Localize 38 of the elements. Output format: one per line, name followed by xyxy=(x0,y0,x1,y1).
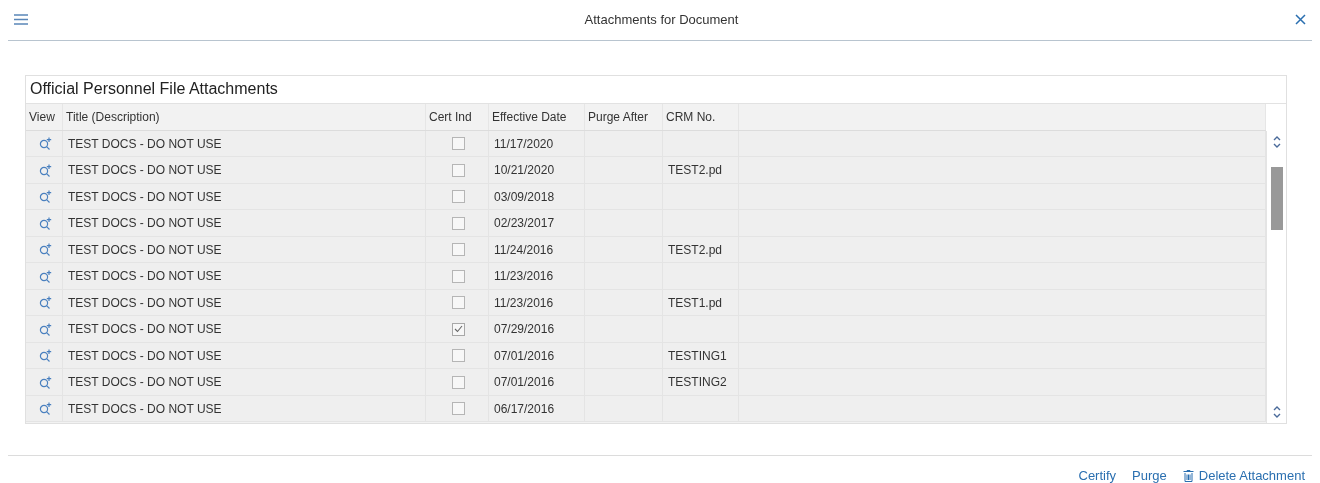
date-text: 02/23/2017 xyxy=(493,216,555,231)
date-text: 07/01/2016 xyxy=(493,348,555,363)
column-header: Title (Description) xyxy=(63,103,426,130)
title-text: TEST DOCS - DO NOT USE xyxy=(67,375,222,390)
date-text: 07/29/2016 xyxy=(493,322,555,337)
column-header: Cert Ind xyxy=(426,103,489,130)
date-text: 11/24/2016 xyxy=(493,242,554,257)
dialog-title: Attachments for Document xyxy=(584,12,739,28)
date-text: 07/01/2016 xyxy=(493,375,555,390)
date-text: 11/23/2016 xyxy=(493,295,554,310)
column-header: Purge After xyxy=(585,103,663,130)
title-text: TEST DOCS - DO NOT USE xyxy=(67,216,222,231)
date-text: 11/17/2020 xyxy=(493,136,554,151)
title-text: TEST DOCS - DO NOT USE xyxy=(67,163,222,178)
title-text: TEST DOCS - DO NOT USE xyxy=(67,269,222,284)
date-text: 11/23/2016 xyxy=(493,269,554,284)
crm-text: TEST1.pd xyxy=(667,295,723,310)
crm-text: TESTING1 xyxy=(667,348,727,363)
title-text: TEST DOCS - DO NOT USE xyxy=(67,189,222,204)
title-text: TEST DOCS - DO NOT USE xyxy=(67,348,222,363)
crm-text: TESTING2 xyxy=(667,375,727,390)
title-text: TEST DOCS - DO NOT USE xyxy=(67,401,222,416)
date-text: 10/21/2020 xyxy=(493,163,555,178)
column-header: CRM No. xyxy=(663,103,739,130)
date-text: 03/09/2018 xyxy=(493,189,555,204)
title-text: TEST DOCS - DO NOT USE xyxy=(67,242,222,257)
crm-text: TEST2.pd xyxy=(667,163,723,178)
action-button[interactable]: Certify xyxy=(1078,468,1117,483)
crm-text: TEST2.pd xyxy=(667,242,723,257)
date-text: 06/17/2016 xyxy=(493,401,555,416)
title-text: TEST DOCS - DO NOT USE xyxy=(67,322,222,337)
action-button[interactable]: Delete Attachment xyxy=(1182,468,1305,483)
column-header: View xyxy=(26,103,63,130)
action-button[interactable]: Purge xyxy=(1132,468,1167,483)
column-header: Effective Date xyxy=(489,103,585,130)
panel-title: Official Personnel File Attachments xyxy=(26,75,1286,104)
title-text: TEST DOCS - DO NOT USE xyxy=(67,295,222,310)
title-text: TEST DOCS - DO NOT USE xyxy=(67,136,222,151)
